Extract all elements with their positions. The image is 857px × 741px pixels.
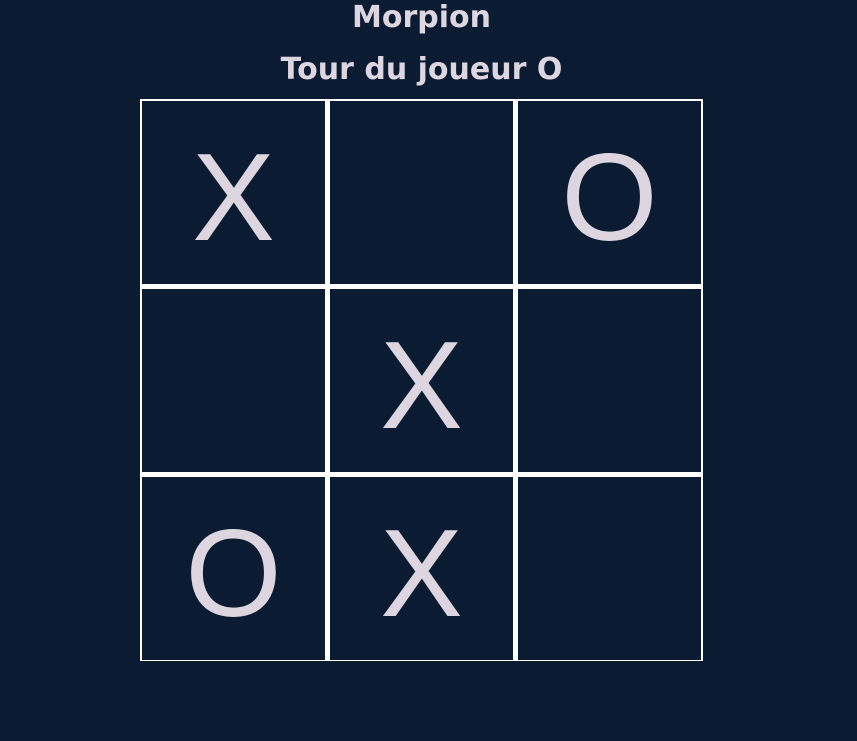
board-cell-6[interactable] (518, 289, 701, 472)
board-cell-5[interactable]: X (330, 289, 513, 472)
game-title: Morpion (352, 0, 491, 35)
board-cell-8[interactable]: X (330, 477, 513, 660)
board-cell-3[interactable]: O (518, 101, 701, 284)
board-cell-7[interactable]: O (142, 477, 325, 660)
tic-tac-toe-board: X O X O X (140, 99, 703, 661)
game-app: Morpion Tour du joueur O X O X O X (0, 0, 857, 741)
turn-status: Tour du joueur O (280, 52, 563, 87)
board-cell-4[interactable] (142, 289, 325, 472)
board-cell-9[interactable] (518, 477, 701, 660)
board-cell-1[interactable]: X (142, 101, 325, 284)
board-cell-2[interactable] (330, 101, 513, 284)
